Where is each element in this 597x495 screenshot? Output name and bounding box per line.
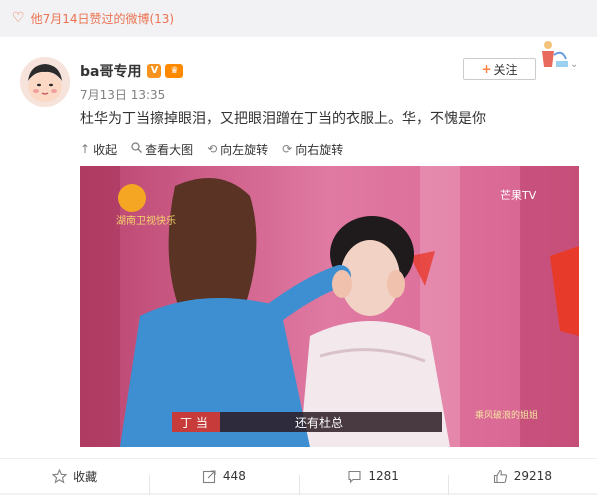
verified-badge-icon[interactable]: V [147, 64, 162, 78]
favorite-button[interactable]: 收藏 [0, 468, 149, 485]
like-count: 29218 [513, 469, 552, 483]
collapse-button[interactable]: ↑ 收起 [80, 141, 117, 158]
rotate-left-label: 向左旋转 [220, 142, 269, 157]
favorite-label: 收藏 [73, 469, 98, 484]
follow-button[interactable]: + 关注 [463, 58, 536, 80]
username-link[interactable]: ba哥专用 [80, 61, 141, 81]
star-icon [52, 468, 68, 483]
repost-button[interactable]: 448 [149, 469, 298, 495]
rotate-right-button[interactable]: ⟳ 向右旋转 [282, 141, 343, 158]
plus-icon: + [481, 62, 492, 76]
chevron-down-icon[interactable]: ⌄ [570, 59, 580, 70]
view-large-label: 查看大图 [145, 142, 194, 157]
channel-logo-text: 湖南卫视快乐 [116, 214, 176, 227]
repost-count: 448 [222, 469, 246, 483]
comment-count: 1281 [368, 469, 399, 483]
show-logo-text: 乘风破浪的姐姐 [475, 409, 538, 421]
rotate-left-icon: ⟲ [207, 142, 218, 156]
follow-label: 关注 [493, 62, 518, 77]
rotate-right-label: 向右旋转 [295, 142, 344, 157]
arrow-up-icon: ↑ [80, 142, 91, 156]
like-button[interactable]: 29218 [447, 469, 597, 495]
avatar-image [20, 57, 70, 107]
collapse-label: 收起 [93, 142, 118, 157]
liked-by-text[interactable]: 他7月14日赞过的微博(13) [31, 10, 175, 27]
post-timestamp[interactable]: 7月13日 13:35 [80, 86, 165, 103]
post-photo[interactable]: 湖南卫视快乐 芒果TV 丁 当 还有杜总 乘风破浪的姐姐 [80, 166, 579, 447]
weibo-card: ba哥专用 V ♛ 7月13日 13:35 + 关注 ⌄ 杜华为丁当擦掉眼泪，又… [0, 37, 597, 495]
view-large-button[interactable]: 查看大图 [131, 141, 193, 158]
rotate-left-button[interactable]: ⟲ 向左旋转 [207, 141, 268, 158]
media-toolbar: ↑ 收起 查看大图 ⟲ 向左旋转 ⟳ 向右旋转 [80, 138, 357, 160]
liked-by-header[interactable]: ♡ 他7月14日赞过的微博(13) [0, 0, 597, 36]
card-decoration-icon [542, 41, 568, 67]
repost-icon [202, 469, 216, 483]
comment-icon [348, 470, 361, 483]
member-crown-icon[interactable]: ♛ [165, 64, 184, 78]
subtitle-name: 丁 当 [180, 416, 208, 430]
subtitle-text: 还有杜总 [295, 415, 343, 430]
avatar[interactable] [20, 57, 70, 107]
post-text: 杜华为丁当擦掉眼泪，又把眼泪蹭在丁当的衣服上。华，不愧是你 [80, 111, 486, 127]
username-row: ba哥专用 V ♛ [80, 61, 184, 81]
action-bar: 收藏 448 1281 29218 [0, 458, 597, 495]
comment-button[interactable]: 1281 [298, 469, 448, 495]
zoom-icon [131, 142, 143, 156]
photo-scene: 湖南卫视快乐 芒果TV 丁 当 还有杜总 乘风破浪的姐姐 [80, 166, 579, 447]
heart-icon: ♡ [12, 10, 25, 26]
rotate-right-icon: ⟳ [282, 142, 293, 156]
platform-logo-text: 芒果TV [500, 189, 537, 202]
thumbs-up-icon [493, 469, 507, 483]
